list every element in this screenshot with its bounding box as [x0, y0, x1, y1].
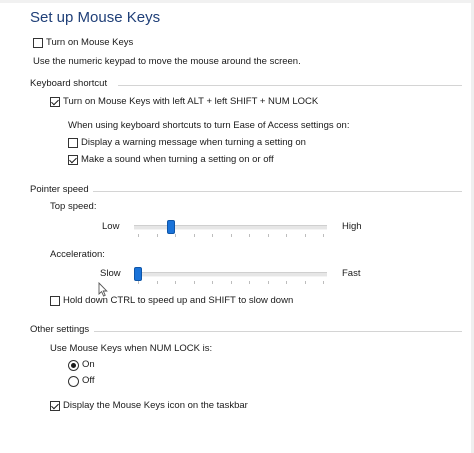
top-speed-tick [138, 234, 139, 237]
acceleration-tick [230, 281, 232, 284]
top-speed-slider-thumb[interactable] [167, 220, 176, 234]
acceleration-tick [193, 281, 195, 284]
keyboard-shortcut-heading: Keyboard shortcut [30, 78, 108, 89]
turn-on-description: Use the numeric keypad to move the mouse… [33, 56, 301, 67]
pointer-speed-divider [93, 191, 462, 192]
top-speed-tick [230, 234, 232, 237]
ctrl-shift-label[interactable]: Hold down CTRL to speed up and SHIFT to … [63, 295, 293, 307]
taskbar-icon-label[interactable]: Display the Mouse Keys icon on the taskb… [63, 400, 248, 412]
top-speed-tick [193, 234, 195, 237]
turn-on-mouse-keys-checkbox[interactable] [33, 38, 43, 48]
page-title: Set up Mouse Keys [30, 9, 161, 26]
top-speed-max-label: High [342, 221, 362, 232]
make-sound-label[interactable]: Make a sound when turning a setting on o… [81, 154, 274, 166]
acceleration-tick [175, 281, 176, 284]
keyboard-shortcut-divider [118, 85, 462, 86]
acceleration-tick [286, 281, 287, 284]
top-speed-tick [212, 234, 213, 237]
shortcut-sub-heading: When using keyboard shortcuts to turn Ea… [68, 120, 350, 131]
acceleration-label: Acceleration: [50, 249, 105, 260]
acceleration-tick [304, 281, 306, 284]
numlock-on-label[interactable]: On [82, 359, 95, 371]
shortcut-label[interactable]: Turn on Mouse Keys with left ALT + left … [63, 96, 318, 108]
top-speed-tick [249, 234, 250, 237]
top-speed-slider-track[interactable] [134, 225, 327, 230]
warning-message-label[interactable]: Display a warning message when turning a… [81, 137, 306, 149]
numlock-label: Use Mouse Keys when NUM LOCK is: [50, 343, 213, 354]
acceleration-tick [249, 281, 250, 284]
make-sound-checkbox[interactable] [68, 155, 78, 165]
other-settings-divider [94, 331, 462, 332]
numlock-on-radio[interactable] [68, 360, 79, 371]
top-speed-tick [323, 234, 324, 237]
top-speed-tick [304, 234, 306, 237]
other-settings-heading: Other settings [30, 324, 90, 335]
top-speed-tick [286, 234, 287, 237]
turn-on-mouse-keys-label[interactable]: Turn on Mouse Keys [46, 37, 133, 49]
acceleration-slider-track[interactable] [134, 272, 327, 277]
numlock-off-radio[interactable] [68, 376, 79, 387]
warning-message-checkbox[interactable] [68, 138, 78, 148]
top-speed-tick [267, 234, 269, 237]
window-top-band [0, 0, 474, 3]
ctrl-shift-checkbox[interactable] [50, 296, 60, 306]
top-speed-tick [156, 234, 158, 237]
pointer-speed-heading: Pointer speed [30, 184, 89, 195]
taskbar-icon-checkbox[interactable] [50, 401, 60, 411]
numlock-off-label[interactable]: Off [82, 375, 95, 387]
shortcut-checkbox[interactable] [50, 97, 60, 107]
acceleration-tick [212, 281, 213, 284]
top-speed-tick [175, 234, 176, 237]
acceleration-min-label: Slow [100, 268, 121, 279]
acceleration-tick [323, 281, 324, 284]
acceleration-tick [138, 281, 139, 284]
acceleration-max-label: Fast [342, 268, 361, 279]
acceleration-tick [156, 281, 158, 284]
acceleration-slider-thumb[interactable] [134, 267, 142, 281]
acceleration-tick [267, 281, 269, 284]
top-speed-label: Top speed: [50, 201, 97, 212]
top-speed-min-label: Low [102, 221, 120, 232]
